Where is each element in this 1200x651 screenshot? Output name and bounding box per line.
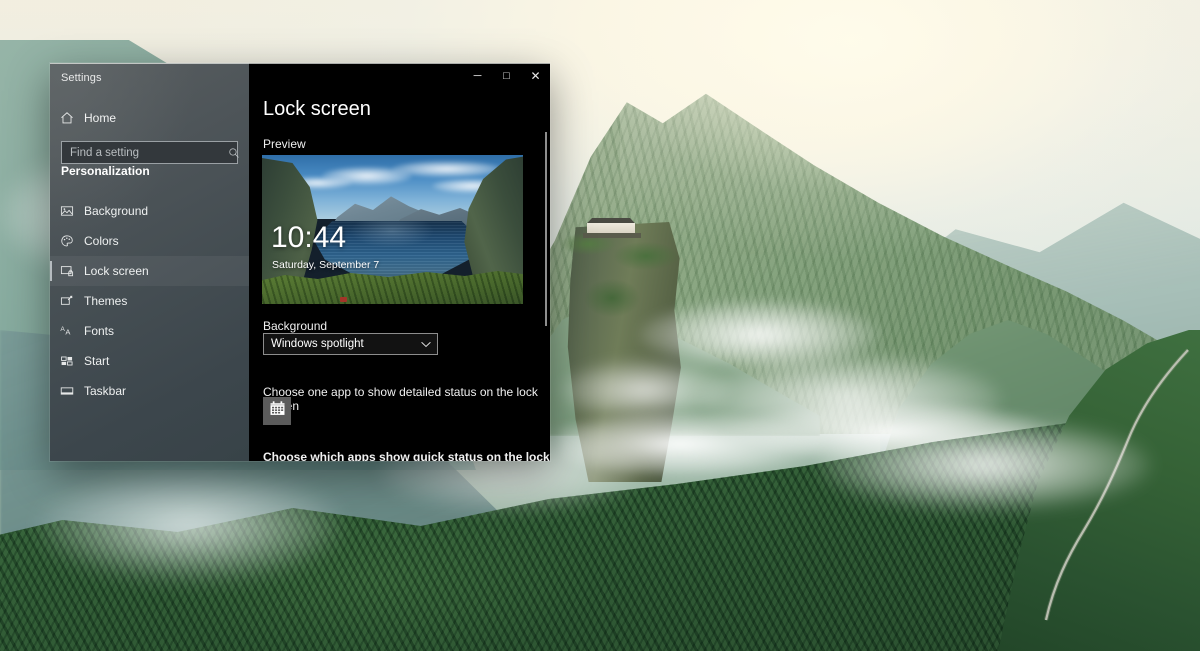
background-dropdown[interactable]: Windows spotlight [263, 333, 438, 355]
search-box[interactable] [61, 141, 240, 164]
preview-red-accent [340, 297, 347, 302]
lock-screen-preview[interactable]: 10:44 Saturday, September 7 [262, 155, 523, 304]
sidebar-item-themes[interactable]: Themes [50, 286, 249, 316]
fonts-icon: A A [50, 324, 84, 338]
sidebar-item-start[interactable]: Start [50, 346, 249, 376]
preview-clock-time: 10:44 [271, 221, 347, 254]
screen: Settings Home Personalizati [0, 0, 1200, 651]
taskbar-icon [50, 384, 84, 398]
sidebar-item-colors-label: Colors [84, 234, 119, 248]
sidebar-section-header: Personalization [61, 164, 150, 178]
window-top-edge [50, 63, 550, 64]
settings-main-panel: ─ □ ✕ Lock screen Preview 10:44 Saturday… [249, 63, 550, 461]
settings-sidebar: Settings Home Personalizati [50, 63, 249, 461]
start-icon [50, 354, 84, 368]
picture-icon [50, 204, 84, 218]
themes-icon [50, 294, 84, 308]
svg-text:A: A [65, 328, 70, 337]
sidebar-item-taskbar[interactable]: Taskbar [50, 376, 249, 406]
sidebar-item-start-label: Start [84, 354, 110, 368]
home-icon [50, 111, 84, 125]
background-dropdown-value: Windows spotlight [271, 338, 364, 350]
main-scrollbar[interactable] [544, 63, 548, 461]
search-icon[interactable] [228, 147, 240, 159]
preview-clock-date: Saturday, September 7 [272, 259, 380, 271]
sidebar-item-fonts[interactable]: A A Fonts [50, 316, 249, 346]
page-title: Lock screen [263, 98, 371, 120]
sidebar-item-background-label: Background [84, 204, 149, 218]
minimize-button[interactable]: ─ [463, 63, 492, 89]
sidebar-nav-list: Background Colors Lock screen Themes A A… [50, 196, 249, 406]
scrollbar-thumb[interactable] [545, 132, 547, 326]
settings-window: Settings Home Personalizati [50, 63, 550, 461]
preview-section-label: Preview [263, 137, 306, 151]
calendar-icon [269, 400, 286, 422]
preview-cloud-2 [392, 161, 502, 177]
lockscreen-icon [50, 264, 84, 278]
sidebar-item-lock-screen[interactable]: Lock screen [50, 256, 249, 286]
sidebar-item-home[interactable]: Home [50, 104, 249, 132]
window-controls: ─ □ ✕ [463, 63, 550, 89]
background-field-label: Background [263, 319, 328, 333]
chevron-down-icon[interactable] [415, 341, 437, 348]
palette-icon [50, 234, 84, 248]
sidebar-item-background[interactable]: Background [50, 196, 249, 226]
sidebar-item-taskbar-label: Taskbar [84, 384, 127, 398]
sidebar-item-themes-label: Themes [84, 294, 128, 308]
temple-base [583, 233, 641, 238]
maximize-button[interactable]: □ [492, 63, 521, 89]
quick-status-label: Choose which apps show quick status on t… [263, 450, 550, 461]
detailed-status-label: Choose one app to show detailed status o… [263, 385, 538, 413]
sidebar-item-fonts-label: Fonts [84, 324, 115, 338]
search-input[interactable] [62, 146, 228, 159]
wallpaper-temple [581, 218, 643, 240]
detailed-status-app-button[interactable] [263, 397, 291, 425]
sidebar-item-lock-screen-label: Lock screen [84, 264, 149, 278]
sidebar-item-colors[interactable]: Colors [50, 226, 249, 256]
sidebar-item-home-label: Home [84, 111, 117, 125]
app-title: Settings [61, 72, 102, 84]
